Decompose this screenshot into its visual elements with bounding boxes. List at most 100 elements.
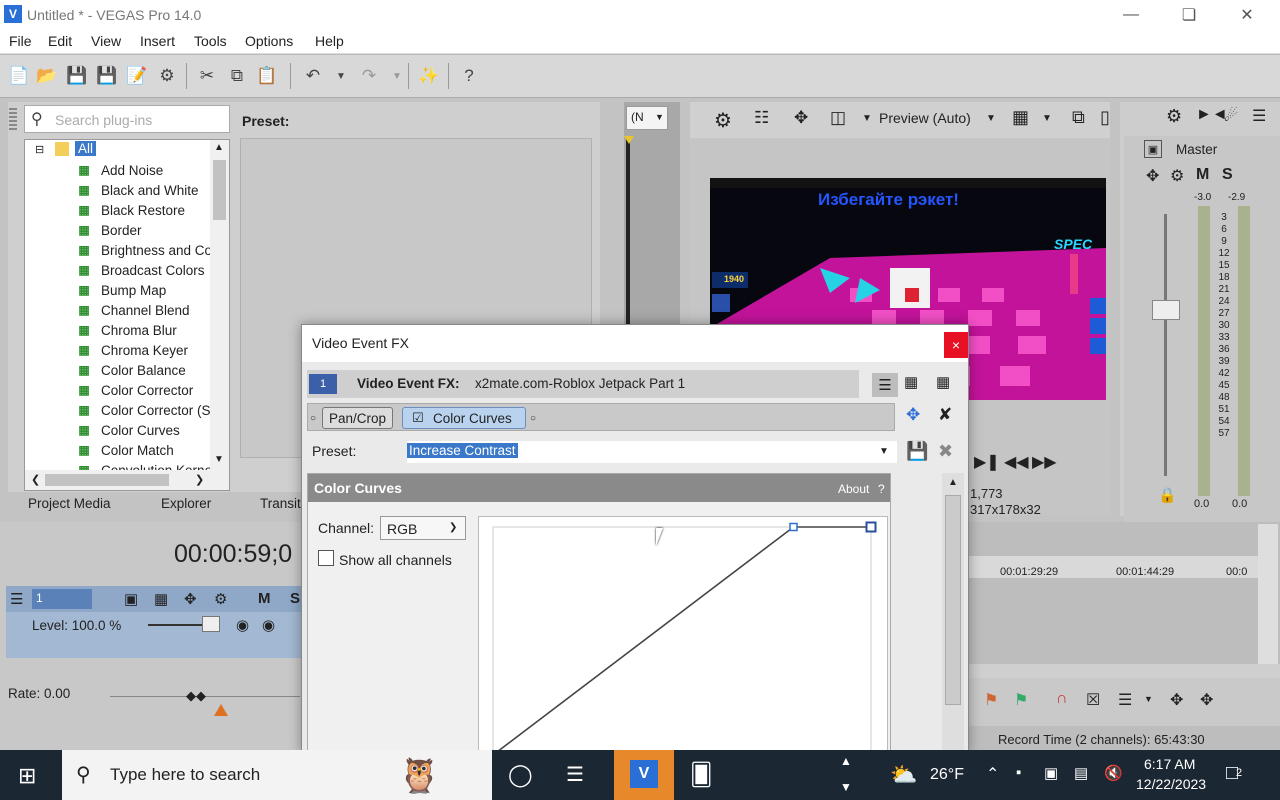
timeline-zoom-bar[interactable] — [968, 664, 1280, 678]
fx-gear-icon[interactable]: ⚙ — [1170, 166, 1184, 186]
mixer-faders-icon[interactable]: ☰ — [1252, 106, 1266, 126]
show-all-channels-checkbox[interactable] — [318, 550, 334, 566]
whats-this-help-icon[interactable]: ? — [458, 65, 480, 87]
chain-pan-crop[interactable]: Pan/Crop — [322, 407, 394, 429]
clock-date[interactable]: 12/22/2023 — [1136, 776, 1206, 792]
checkbox-checked-icon[interactable]: ☑ — [409, 410, 427, 426]
settings-gear-icon[interactable]: ⚙ — [1166, 106, 1182, 127]
view-grid-icon[interactable]: ▦ — [936, 373, 950, 391]
compositing-icon[interactable]: ✥ — [184, 590, 197, 608]
plugin-item[interactable]: ▦ Color Corrector (S — [77, 400, 210, 420]
network-icon[interactable]: ▤ — [1074, 764, 1088, 782]
lock-icon[interactable]: 🔒 — [1158, 486, 1177, 504]
plugin-item[interactable]: ▦ Color Match — [77, 440, 173, 460]
chain-color-curves[interactable]: ☑ Color Curves — [402, 407, 526, 429]
ripple-edit-icon[interactable]: ☰ — [1118, 690, 1132, 710]
time-ruler[interactable]: 00:01:29:29 00:01:44:29 00:0 — [968, 556, 1258, 578]
view-compact-icon[interactable]: ▦ — [904, 373, 918, 391]
plugin-item[interactable]: ▦ Bump Map — [77, 280, 166, 300]
overlays-grid-icon[interactable]: ▦ — [1012, 107, 1029, 128]
track-motion-icon[interactable]: ▣ — [124, 590, 138, 608]
track-expand-icon[interactable]: ☰ — [10, 590, 23, 608]
menu-file[interactable]: File — [9, 33, 32, 49]
view-list-icon[interactable]: ☰ — [872, 373, 898, 397]
master-fader-handle[interactable] — [1152, 300, 1180, 320]
settings-gear-icon[interactable]: ⚙ — [156, 65, 178, 87]
tab-project-media[interactable]: Project Media — [28, 496, 111, 511]
dialog-title-bar[interactable]: Video Event FX × — [302, 325, 968, 362]
scroll-thumb[interactable] — [45, 474, 169, 486]
tree-root-all[interactable]: All — [75, 141, 97, 156]
video-fx-icon[interactable]: ✥ — [794, 108, 808, 128]
render-icon[interactable]: ✨ — [418, 65, 440, 87]
save-icon[interactable]: 💾 — [66, 65, 88, 87]
properties-icon[interactable]: 📝 — [126, 65, 148, 87]
plugin-item[interactable]: ▦ Add Noise — [77, 160, 163, 180]
taskbar-vegas-app[interactable]: V — [614, 750, 674, 800]
cortana-icon[interactable]: ◯ — [508, 762, 533, 788]
close-icon[interactable]: ✕ — [1218, 0, 1276, 30]
plugin-item[interactable]: ▦ Chroma Keyer — [77, 340, 188, 360]
master-bus-icon[interactable]: ▣ — [1144, 140, 1162, 158]
curve-editor[interactable] — [478, 516, 888, 756]
plugin-search-input[interactable]: ⚲ Search plug-ins — [24, 105, 230, 133]
chevron-down-icon[interactable]: ▼ — [862, 113, 872, 124]
scroll-down-icon[interactable]: ▼ — [214, 454, 224, 465]
minimize-icon[interactable]: — — [1102, 0, 1160, 30]
menu-tools[interactable]: Tools — [194, 33, 227, 49]
collapse-icon[interactable]: ⊟ — [35, 143, 44, 156]
plugin-item[interactable]: ▦ Chroma Blur — [77, 320, 176, 340]
paste-icon[interactable]: 📋 — [256, 65, 278, 87]
preset-dropdown[interactable]: Increase Contrast ▼ — [407, 441, 897, 463]
remove-plugin-icon[interactable]: ✘ — [938, 405, 952, 425]
menu-view[interactable]: View — [91, 33, 121, 49]
level-slider-handle[interactable] — [202, 616, 220, 632]
tab-transitions[interactable]: Transit — [260, 496, 301, 511]
snapping-magnet-icon[interactable]: ∩ — [1056, 690, 1068, 708]
meet-now-icon[interactable]: ▪ — [1016, 764, 1021, 781]
lock-envelopes-icon[interactable]: ✥ — [1170, 690, 1183, 710]
save-snapshot-icon[interactable]: ▯ — [1100, 107, 1110, 128]
mute-button[interactable]: M — [1196, 166, 1209, 184]
dialog-scrollbar[interactable]: ▲ — [942, 473, 964, 755]
next-frame-icon[interactable]: ▶❚ — [974, 452, 1000, 472]
chevron-down-icon[interactable]: ▼ — [1042, 113, 1052, 124]
menu-insert[interactable]: Insert — [140, 33, 175, 49]
scroll-thumb[interactable] — [213, 160, 226, 220]
plugin-item[interactable]: ▦ Color Corrector — [77, 380, 193, 400]
open-icon[interactable]: 📂 — [36, 65, 58, 87]
scroll-thumb[interactable] — [945, 495, 961, 705]
track-number[interactable]: 1 — [32, 589, 92, 609]
preview-quality-dropdown[interactable]: Preview (Auto) — [879, 110, 971, 126]
pan-icon[interactable]: ✥ — [1146, 166, 1159, 186]
menu-help[interactable]: Help — [315, 33, 344, 49]
plugin-chain-icon[interactable]: ✥ — [906, 405, 920, 425]
settings-gear-icon[interactable]: ⚙ — [214, 590, 227, 608]
previous-frame-icon[interactable]: ◀◀ — [1004, 452, 1029, 472]
tab-explorer[interactable]: Explorer — [161, 496, 211, 511]
mute-button[interactable]: M — [258, 590, 271, 607]
taskbar-search-box[interactable]: ⚲ Type here to search 🦉 — [62, 750, 492, 800]
save-preset-icon[interactable]: 💾 — [906, 441, 928, 462]
menu-edit[interactable]: Edit — [48, 33, 72, 49]
save-as-icon[interactable]: 💾 — [96, 65, 118, 87]
copy-snapshot-icon[interactable]: ⧉ — [1072, 107, 1085, 128]
video-preview-settings-icon[interactable]: ⚙ — [714, 108, 732, 133]
plugin-item[interactable]: ▦ Color Balance — [77, 360, 185, 380]
scroll-up-icon[interactable]: ▲ — [948, 477, 958, 488]
redo-icon[interactable]: ↷ — [358, 65, 380, 87]
panel-grip[interactable] — [9, 108, 17, 132]
auto-crossfade-icon[interactable]: ☒ — [1086, 690, 1100, 710]
split-screen-icon[interactable]: ◫ — [830, 108, 846, 128]
weather-temperature[interactable]: 26°F — [930, 766, 964, 784]
chevron-down-icon[interactable]: ▼ — [986, 113, 996, 124]
about-link[interactable]: About — [838, 482, 869, 496]
make-compositing-child-icon[interactable]: ◉ — [262, 616, 275, 634]
weather-icon[interactable]: ⛅ — [890, 762, 917, 788]
composite-mode-icon[interactable]: ◉ — [236, 616, 249, 634]
taskbar-scroll-up-icon[interactable]: ▲ — [840, 754, 852, 768]
plugin-item[interactable]: ▦ Black and White — [77, 180, 198, 200]
scroll-up-icon[interactable]: ▲ — [214, 142, 224, 153]
next-frame-icon[interactable]: ▶▶ — [1032, 452, 1057, 472]
dialog-close-button[interactable]: × — [944, 332, 968, 358]
